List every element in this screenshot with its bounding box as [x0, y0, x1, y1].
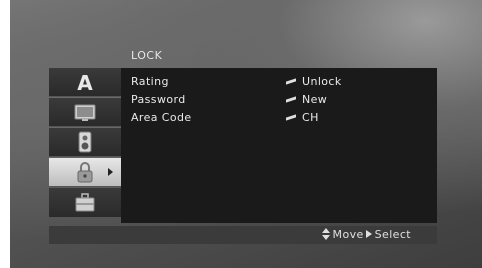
speaker-icon — [78, 131, 92, 153]
up-down-arrow-icon — [321, 228, 330, 240]
help-bar: Move Select — [49, 226, 437, 244]
password-value[interactable]: New — [286, 93, 327, 107]
option-marker-icon — [286, 78, 296, 85]
right-triangle-icon — [365, 230, 372, 238]
tab-display[interactable] — [49, 98, 121, 127]
briefcase-icon — [75, 193, 95, 212]
settings-panel — [121, 68, 437, 223]
move-hint: Move — [332, 228, 364, 241]
rating-value[interactable]: Unlock — [286, 75, 342, 89]
select-hint: Select — [374, 228, 411, 241]
tab-audio[interactable] — [49, 128, 121, 157]
area-code-label[interactable]: Area Code — [131, 111, 192, 125]
tab-language[interactable]: A — [49, 68, 121, 97]
lock-icon — [77, 162, 93, 183]
option-marker-icon — [286, 114, 296, 121]
sidebar: A — [49, 68, 121, 223]
tab-others[interactable] — [49, 188, 121, 218]
tv-icon — [74, 104, 96, 121]
svg-text:A: A — [77, 71, 93, 93]
option-marker-icon — [286, 96, 296, 103]
rating-label[interactable]: Rating — [131, 75, 169, 89]
password-label[interactable]: Password — [131, 93, 186, 107]
letter-a-icon: A — [77, 71, 93, 93]
tab-lock[interactable] — [49, 158, 121, 187]
selected-arrow-icon — [108, 168, 113, 176]
page-title: LOCK — [131, 49, 163, 62]
area-code-value[interactable]: CH — [286, 111, 319, 125]
